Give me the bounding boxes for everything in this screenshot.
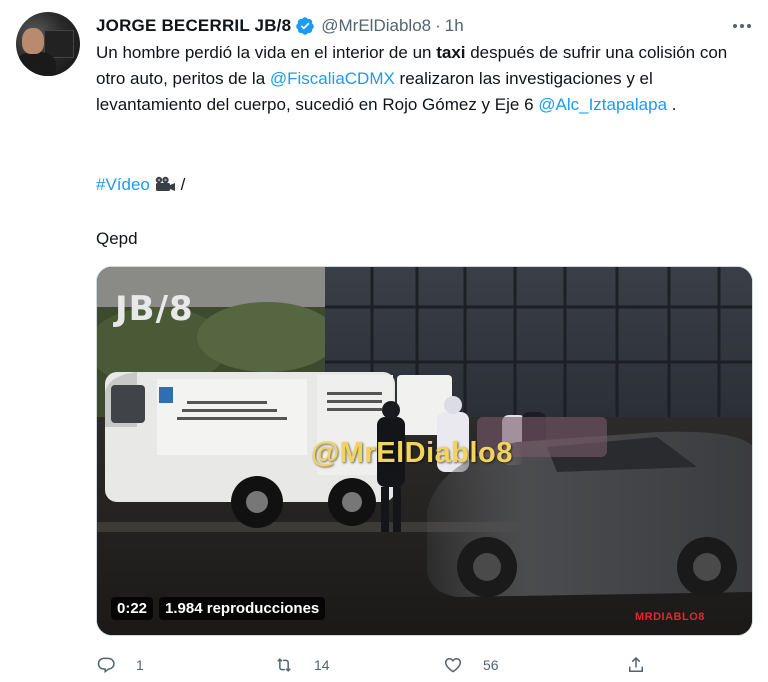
- tweet-timestamp[interactable]: 1h: [445, 16, 464, 36]
- video-logo-jb8: JB/8: [115, 289, 194, 329]
- tweet-actions: 1 14 56: [96, 652, 656, 678]
- tweet-header: JORGE BECERRIL JB/8 @MrElDiablo8 · 1h: [96, 14, 464, 38]
- text-segment: .: [667, 95, 677, 114]
- author-name[interactable]: JORGE BECERRIL JB/8: [96, 16, 291, 36]
- closing-text: Qepd: [96, 229, 138, 248]
- tweet-text: Un hombre perdió la vida en el interior …: [96, 40, 756, 118]
- hashtag-video[interactable]: #Vídeo: [96, 175, 150, 194]
- avatar-shirt: [16, 52, 56, 76]
- verified-icon: [296, 17, 315, 35]
- mention-fiscalia[interactable]: @FiscaliaCDMX: [270, 69, 395, 88]
- author-handle[interactable]: @MrElDiablo8: [321, 16, 431, 36]
- hashtag-line: #Vídeo /: [96, 172, 185, 198]
- retweet-icon: [277, 658, 291, 672]
- more-icon[interactable]: [728, 14, 756, 38]
- mention-iztapalapa[interactable]: @Alc_Iztapalapa: [538, 95, 667, 114]
- video-views: 1.984 reproducciones: [159, 597, 326, 620]
- text-bold-taxi: taxi: [436, 43, 466, 62]
- reply-icon: [97, 657, 115, 674]
- reply-action[interactable]: 1: [96, 652, 144, 678]
- camera-icon: [155, 176, 175, 191]
- corner-logo: MRDIABLO8: [635, 611, 705, 623]
- like-count: 56: [483, 657, 499, 673]
- share-action[interactable]: [626, 652, 646, 678]
- separator-dot: ·: [435, 16, 441, 35]
- video-player[interactable]: JB/8 @MrElDiablo8 MRDIABLO8 0:22 1.984 r…: [96, 266, 753, 636]
- share-icon: [629, 656, 643, 672]
- video-watermark: @MrElDiablo8: [311, 437, 513, 469]
- avatar-face: [22, 28, 44, 54]
- retweet-count: 14: [314, 657, 330, 673]
- reply-count: 1: [136, 657, 144, 673]
- hashtag-suffix: /: [175, 175, 186, 194]
- avatar[interactable]: [16, 12, 80, 76]
- like-icon: [444, 657, 462, 673]
- retweet-action[interactable]: 14: [274, 652, 330, 678]
- tweet[interactable]: JORGE BECERRIL JB/8 @MrElDiablo8 · 1h Un…: [0, 0, 768, 682]
- text-segment: Un hombre perdió la vida en el interior …: [96, 43, 437, 62]
- like-action[interactable]: 56: [443, 652, 499, 678]
- video-badges: 0:22 1.984 reproducciones: [111, 597, 326, 620]
- video-duration: 0:22: [111, 597, 154, 620]
